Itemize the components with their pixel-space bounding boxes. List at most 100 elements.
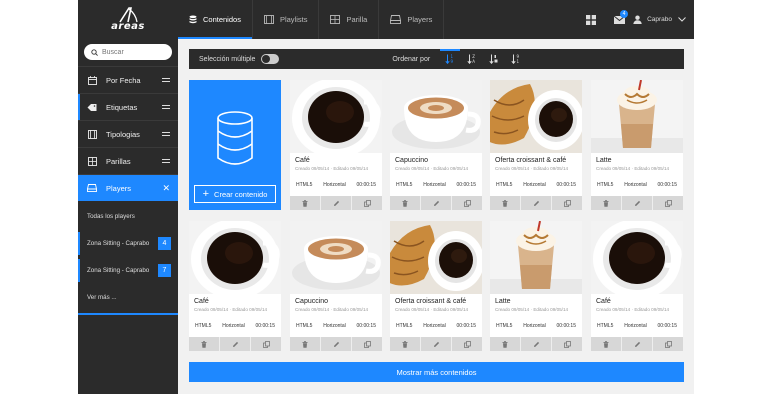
content-card[interactable]: Oferta croissant & café Creado 09/05/14 ·… [390,221,482,351]
content-card[interactable]: Café Creado 09/05/14 · Editado 09/05/14 HT… [591,221,683,351]
dashboard-button[interactable] [577,0,605,39]
close-icon[interactable]: ✕ [162,183,170,194]
edit-button[interactable] [220,337,251,351]
sidebar-item-players[interactable]: Players ✕ [78,174,178,201]
edited-date: Editado 09/05/14 [433,307,469,312]
edited-date: Editado 09/05/14 [333,166,369,171]
created-date: Creado 09/05/14 [395,166,430,171]
delete-button[interactable] [490,337,521,351]
sub-item-player[interactable]: Zona Sitting - Caprabo 7 [78,257,178,284]
delete-button[interactable] [189,337,220,351]
content-card[interactable]: Latte Creado 09/05/14 · Editado 09/05/14 H… [490,221,582,351]
sort-size-button[interactable] [484,49,504,69]
sub-item-see-more[interactable]: Ver más ... [78,284,178,311]
sort-date-desc-button[interactable]: 91 [506,49,526,69]
divider [443,0,445,39]
sidebar-item-label: Por Fecha [106,75,141,85]
delete-button[interactable] [591,337,622,351]
tab-contenidos[interactable]: Contenidos [178,0,252,39]
search-box[interactable] [84,44,172,60]
drag-handle-icon[interactable] [162,159,170,163]
tab-playlists[interactable]: Playlists [253,0,319,39]
search-input[interactable] [102,48,166,56]
trash-icon [302,199,308,207]
drag-handle-icon[interactable] [162,105,170,109]
order-label: Ordenar por [392,55,431,63]
content-thumbnail[interactable] [390,221,482,294]
pencil-icon [433,341,439,347]
sidebar-item-etiquetas[interactable]: Etiquetas [78,93,178,120]
edit-button[interactable] [421,196,452,210]
edit-button[interactable] [521,196,552,210]
user-menu[interactable]: Caprabo [633,15,694,24]
content-card[interactable]: Café Creado 09/05/14 · Editado 09/05/14 HT… [189,221,281,351]
delete-button[interactable] [490,196,521,210]
delete-button[interactable] [390,196,421,210]
content-thumbnail[interactable] [290,221,382,294]
duplicate-button[interactable] [251,337,281,351]
sub-item-all-players[interactable]: Todas los players [78,203,178,230]
edit-button[interactable] [321,196,352,210]
edit-button[interactable] [321,337,352,351]
duplicate-button[interactable] [352,196,382,210]
duplicate-button[interactable] [653,337,683,351]
content-card[interactable]: Capuccino Creado 09/05/14 · Editado 09/05… [290,221,382,351]
sidebar-item-por-fecha[interactable]: Por Fecha [78,66,178,93]
top-right-controls: 4 Caprabo [577,0,694,39]
content-thumbnail[interactable] [189,221,281,294]
edit-button[interactable] [622,196,653,210]
content-card[interactable]: Café Creado 09/05/14 · Editado 09/05/14 HT… [290,80,382,210]
content-card[interactable]: Oferta croissant & café Creado 09/05/14 ·… [490,80,582,210]
created-date: Creado 09/05/14 [395,307,430,312]
content-thumbnail[interactable] [390,80,482,153]
sidebar-item-parillas[interactable]: Parillas [78,147,178,174]
content-thumbnail[interactable] [490,80,582,153]
tab-parilla[interactable]: Parilla [319,0,378,39]
content-format: HTML5 [396,182,413,188]
create-content-button[interactable]: + Crear contenido [194,185,276,203]
delete-button[interactable] [390,337,421,351]
content-thumbnail[interactable] [591,80,683,153]
pencil-icon [232,341,238,347]
delete-button[interactable] [290,337,321,351]
duplicate-button[interactable] [653,196,683,210]
edit-button[interactable] [622,337,653,351]
card-actions [290,196,382,210]
multi-select-toggle[interactable] [261,54,280,64]
sub-item-player[interactable]: Zona Sitting - Caprabo 4 [78,230,178,257]
duplicate-button[interactable] [352,337,382,351]
content-format: HTML5 [597,182,614,188]
delete-button[interactable] [290,196,321,210]
duplicate-button[interactable] [452,337,482,351]
content-title: Latte [495,298,511,305]
trash-icon [502,199,508,207]
copy-icon [363,340,371,348]
delete-button[interactable] [591,196,622,210]
sort-alpha-button[interactable]: ZA [462,49,482,69]
copy-icon [664,340,672,348]
database-icon [189,15,197,25]
tab-players[interactable]: Players [379,0,443,39]
logo-text: areas [111,21,145,32]
edited-date: Editado 09/05/14 [634,166,670,171]
sidebar-item-tipologias[interactable]: Tipologias [78,120,178,147]
edit-button[interactable] [521,337,552,351]
duplicate-button[interactable] [452,196,482,210]
content-thumbnail[interactable] [591,221,683,294]
sort-numeric-icon: 19 [445,54,454,64]
svg-text:A: A [472,59,475,64]
content-thumbnail[interactable] [290,80,382,153]
edit-button[interactable] [421,337,452,351]
duplicate-button[interactable] [552,337,582,351]
pencil-icon [533,200,539,206]
drag-handle-icon[interactable] [162,132,170,136]
content-thumbnail[interactable] [490,221,582,294]
content-dates: Creado 09/05/14 · Editado 09/05/14 [295,166,369,171]
content-card[interactable]: Capuccino Creado 09/05/14 · Editado 09/05… [390,80,482,210]
content-card[interactable]: Latte Creado 09/05/14 · Editado 09/05/14 H… [591,80,683,210]
messages-button[interactable]: 4 [605,0,633,39]
sort-date-asc-button[interactable]: 19 [440,49,461,69]
duplicate-button[interactable] [552,196,582,210]
drag-handle-icon[interactable] [162,78,170,82]
show-more-button[interactable]: Mostrar más contenidos [189,362,684,382]
